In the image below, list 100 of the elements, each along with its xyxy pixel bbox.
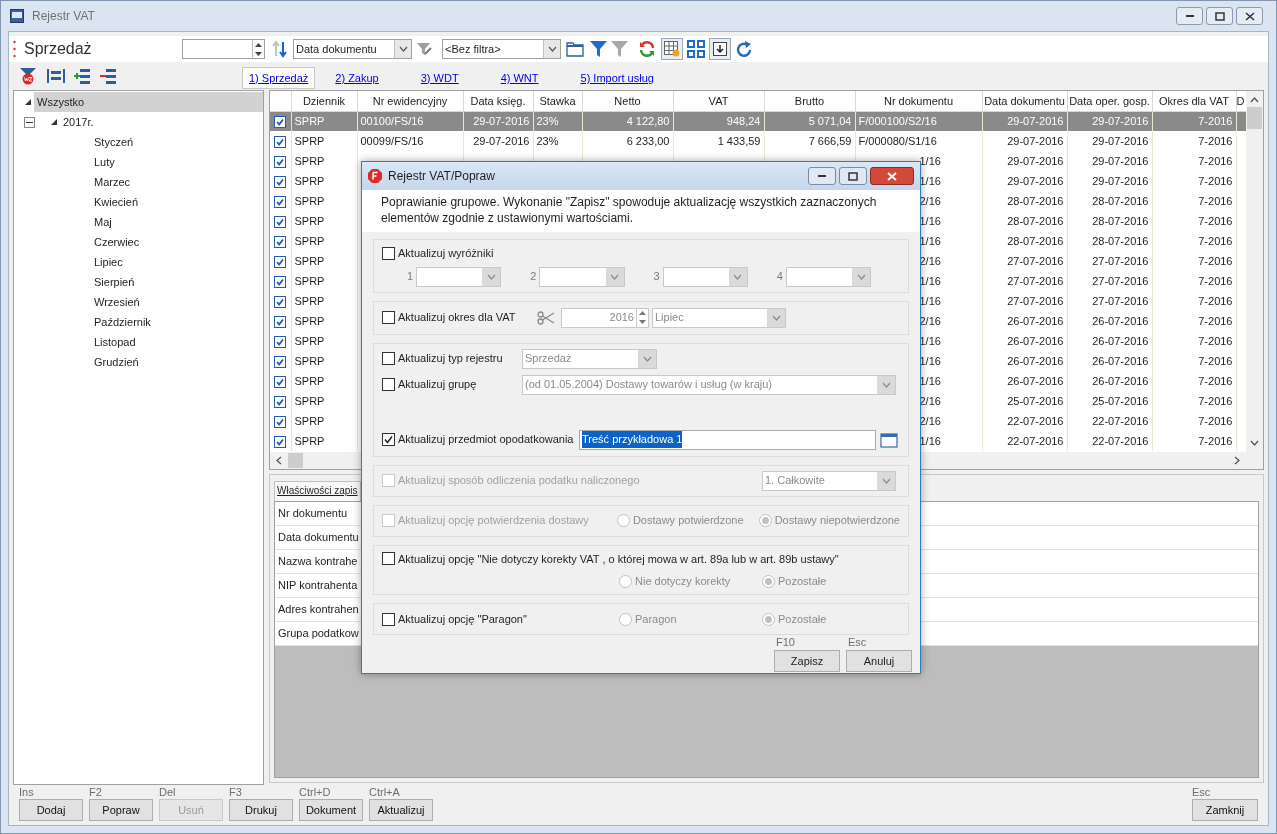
wz-document-icon[interactable]	[19, 67, 37, 85]
expanded-arrow-icon[interactable]	[50, 118, 58, 126]
close-button[interactable]	[870, 167, 914, 185]
column-header[interactable]: Dziennik	[291, 91, 357, 111]
marker-dropdown[interactable]	[785, 266, 871, 287]
filter-edit-icon[interactable]	[416, 40, 433, 58]
column-header[interactable]: Nr dokumentu	[855, 91, 982, 111]
marker-dropdown[interactable]	[539, 266, 625, 287]
grid-settings-button[interactable]	[661, 38, 683, 60]
tree-item[interactable]: Marzec	[91, 172, 131, 192]
row-checkbox[interactable]	[274, 135, 287, 148]
maximize-button[interactable]	[1206, 7, 1233, 25]
radio-button[interactable]	[619, 574, 632, 588]
close-button[interactable]	[1236, 7, 1263, 25]
register-tab[interactable]: 2) Zakup	[329, 67, 385, 89]
row-checkbox[interactable]	[274, 235, 287, 248]
column-header[interactable]: Brutto	[764, 91, 855, 111]
down-arrow-icon[interactable]	[255, 51, 262, 56]
row-checkbox[interactable]	[274, 215, 287, 228]
column-header[interactable]: Okres dla VAT	[1152, 91, 1236, 111]
column-header[interactable]: Netto	[582, 91, 673, 111]
tree-item[interactable]: Maj	[91, 212, 112, 232]
year-spinner[interactable]: 2016	[561, 307, 649, 328]
remove-rows-icon[interactable]	[99, 67, 117, 85]
register-tab[interactable]: 4) WNT	[494, 67, 545, 89]
minimize-button[interactable]	[1176, 7, 1203, 25]
tree-item[interactable]: Czerwiec	[91, 232, 140, 252]
column-header[interactable]: VAT	[673, 91, 764, 111]
checkbox[interactable]	[382, 552, 395, 566]
column-header[interactable]: Data księg.	[463, 91, 533, 111]
marker-dropdown[interactable]	[662, 266, 748, 287]
checkbox[interactable]	[382, 246, 395, 260]
register-tab[interactable]: 1) Sprzedaż	[242, 67, 316, 89]
tree-item[interactable]: Wszystko	[34, 92, 263, 112]
maximize-button[interactable]	[839, 167, 867, 185]
checkbox[interactable]	[382, 352, 395, 365]
row-checkbox[interactable]	[274, 335, 287, 348]
columns-icon[interactable]	[47, 68, 65, 84]
row-checkbox[interactable]	[274, 415, 287, 428]
tree-item[interactable]: 2017r.	[60, 112, 94, 132]
minimize-button[interactable]	[808, 167, 836, 185]
month-dropdown[interactable]: Lipiec	[652, 307, 786, 328]
text-field[interactable]: Treść przykładowa 1	[579, 429, 876, 450]
up-arrow-icon[interactable]	[255, 42, 262, 47]
up-arrow-icon[interactable]	[639, 311, 646, 315]
toolbar-button[interactable]: Dodaj	[19, 799, 83, 821]
toolbar-button[interactable]: Aktualizuj	[369, 799, 433, 821]
marker-dropdown[interactable]	[416, 266, 502, 287]
dialog-button[interactable]: Zapisz	[774, 650, 840, 672]
filter-dropdown[interactable]: <Bez filtra>	[442, 39, 561, 59]
tree-item[interactable]: Kwiecień	[91, 192, 139, 212]
dropdown-caret-icon[interactable]	[398, 46, 408, 52]
folder-icon[interactable]	[566, 41, 584, 57]
tree-item[interactable]: Luty	[91, 152, 115, 172]
add-rows-icon[interactable]	[73, 67, 91, 85]
row-checkbox[interactable]	[274, 435, 287, 448]
column-header[interactable]: Nr ewidencyjny	[357, 91, 463, 111]
tree-item[interactable]: Sierpień	[91, 272, 135, 292]
checkbox[interactable]	[382, 311, 395, 324]
dialog-button[interactable]: Anuluj	[846, 650, 912, 672]
folder-icon[interactable]	[880, 431, 898, 448]
toolbar-button[interactable]: Dokument	[299, 799, 363, 821]
radio-button[interactable]	[762, 612, 775, 626]
column-header[interactable]: Data dokumentu	[982, 91, 1067, 111]
row-checkbox[interactable]	[274, 175, 287, 188]
toolbar-button[interactable]: Popraw	[89, 799, 153, 821]
tree-item[interactable]: Wrzesień	[91, 292, 140, 312]
tree-item[interactable]: Styczeń	[91, 132, 134, 152]
dropdown-caret-icon[interactable]	[547, 46, 557, 52]
scroll-down-icon[interactable]	[1250, 440, 1259, 446]
scroll-left-icon[interactable]	[276, 456, 282, 465]
row-checkbox[interactable]	[274, 295, 287, 308]
radio-button[interactable]	[762, 574, 775, 588]
filter-icon[interactable]	[590, 40, 607, 58]
row-checkbox[interactable]	[274, 255, 287, 268]
tree-item[interactable]: Październik	[91, 312, 151, 332]
refresh-icon[interactable]	[736, 40, 753, 58]
tree-item[interactable]: Grudzień	[91, 352, 139, 372]
column-header[interactable]: Stawka	[533, 91, 582, 111]
tree-item[interactable]: Listopad	[91, 332, 136, 352]
sort-dropdown[interactable]: Data dokumentu	[293, 39, 412, 59]
close-window-button[interactable]: Zamknij	[1192, 799, 1258, 821]
collapse-icon[interactable]	[24, 116, 35, 128]
toolbar-button[interactable]: Drukuj	[229, 799, 293, 821]
scroll-right-icon[interactable]	[1234, 456, 1240, 465]
register-tab[interactable]: 5) Import usług	[574, 67, 660, 89]
row-checkbox[interactable]	[274, 395, 287, 408]
tiles-icon[interactable]	[687, 40, 705, 58]
row-checkbox[interactable]	[274, 195, 287, 208]
checkbox[interactable]	[382, 612, 395, 626]
group-dropdown[interactable]: (od 01.05.2004) Dostawy towarów i usług (w kraju)	[522, 374, 896, 395]
table-row[interactable]: SPRP 00099/FS/16 29-07-2016 23% 6 233,00 1 433,59 7 666,59 F/000080/S1/16 29-07-2016 29-07-2016 7-2016	[270, 131, 1246, 151]
row-checkbox[interactable]	[274, 116, 287, 129]
row-checkbox[interactable]	[274, 315, 287, 328]
radio-button[interactable]	[619, 612, 632, 626]
refresh-icon[interactable]	[638, 40, 656, 58]
properties-tab[interactable]: Właściwości zapis	[274, 481, 361, 501]
scroll-thumb[interactable]	[288, 453, 303, 468]
register-tab[interactable]: 3) WDT	[414, 67, 465, 89]
row-checkbox[interactable]	[274, 375, 287, 388]
